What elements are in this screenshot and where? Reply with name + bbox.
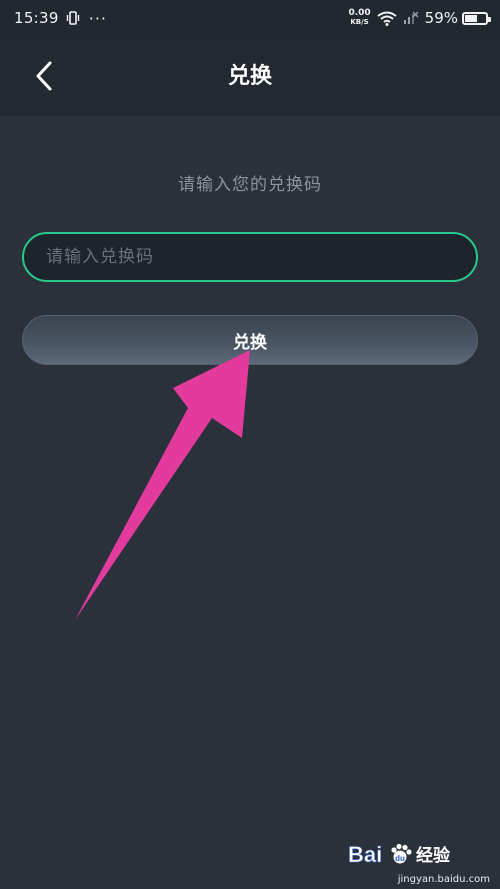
baidu-jingyan-logo: Bai du 经验 — [346, 839, 486, 869]
battery-icon — [462, 11, 491, 25]
status-left: 15:39 ··· — [14, 9, 107, 28]
vibrate-icon — [65, 11, 81, 25]
network-speed-value: 0.00 — [348, 8, 371, 18]
redeem-code-input[interactable] — [22, 232, 478, 282]
nav-bar: 兑换 — [0, 36, 500, 116]
status-time: 15:39 — [14, 9, 59, 27]
baidu-watermark: Bai du 经验 jingyan.baidu.com — [342, 839, 492, 885]
svg-text:du: du — [395, 854, 405, 863]
redeem-prompt: 请输入您的兑换码 — [178, 175, 322, 195]
redeem-button[interactable]: 兑换 — [22, 315, 478, 365]
svg-text:Bai: Bai — [348, 842, 382, 867]
page-title: 兑换 — [227, 64, 272, 89]
wifi-icon — [377, 11, 397, 26]
network-speed: 0.00 KB/S — [348, 9, 370, 27]
battery-fill — [465, 14, 477, 22]
network-speed-unit: KB/S — [350, 18, 369, 26]
svg-text:经验: 经验 — [416, 845, 451, 866]
battery-percent: 59% — [424, 9, 458, 27]
status-right: 0.00 KB/S 59% — [348, 9, 491, 27]
signal-icon — [403, 11, 419, 25]
annotation-arrow — [75, 350, 250, 620]
watermark-url: jingyan.baidu.com — [397, 874, 490, 885]
more-notifications-icon: ··· — [88, 8, 107, 28]
status-bar: 15:39 ··· 0.00 KB/S 59% — [0, 0, 500, 36]
